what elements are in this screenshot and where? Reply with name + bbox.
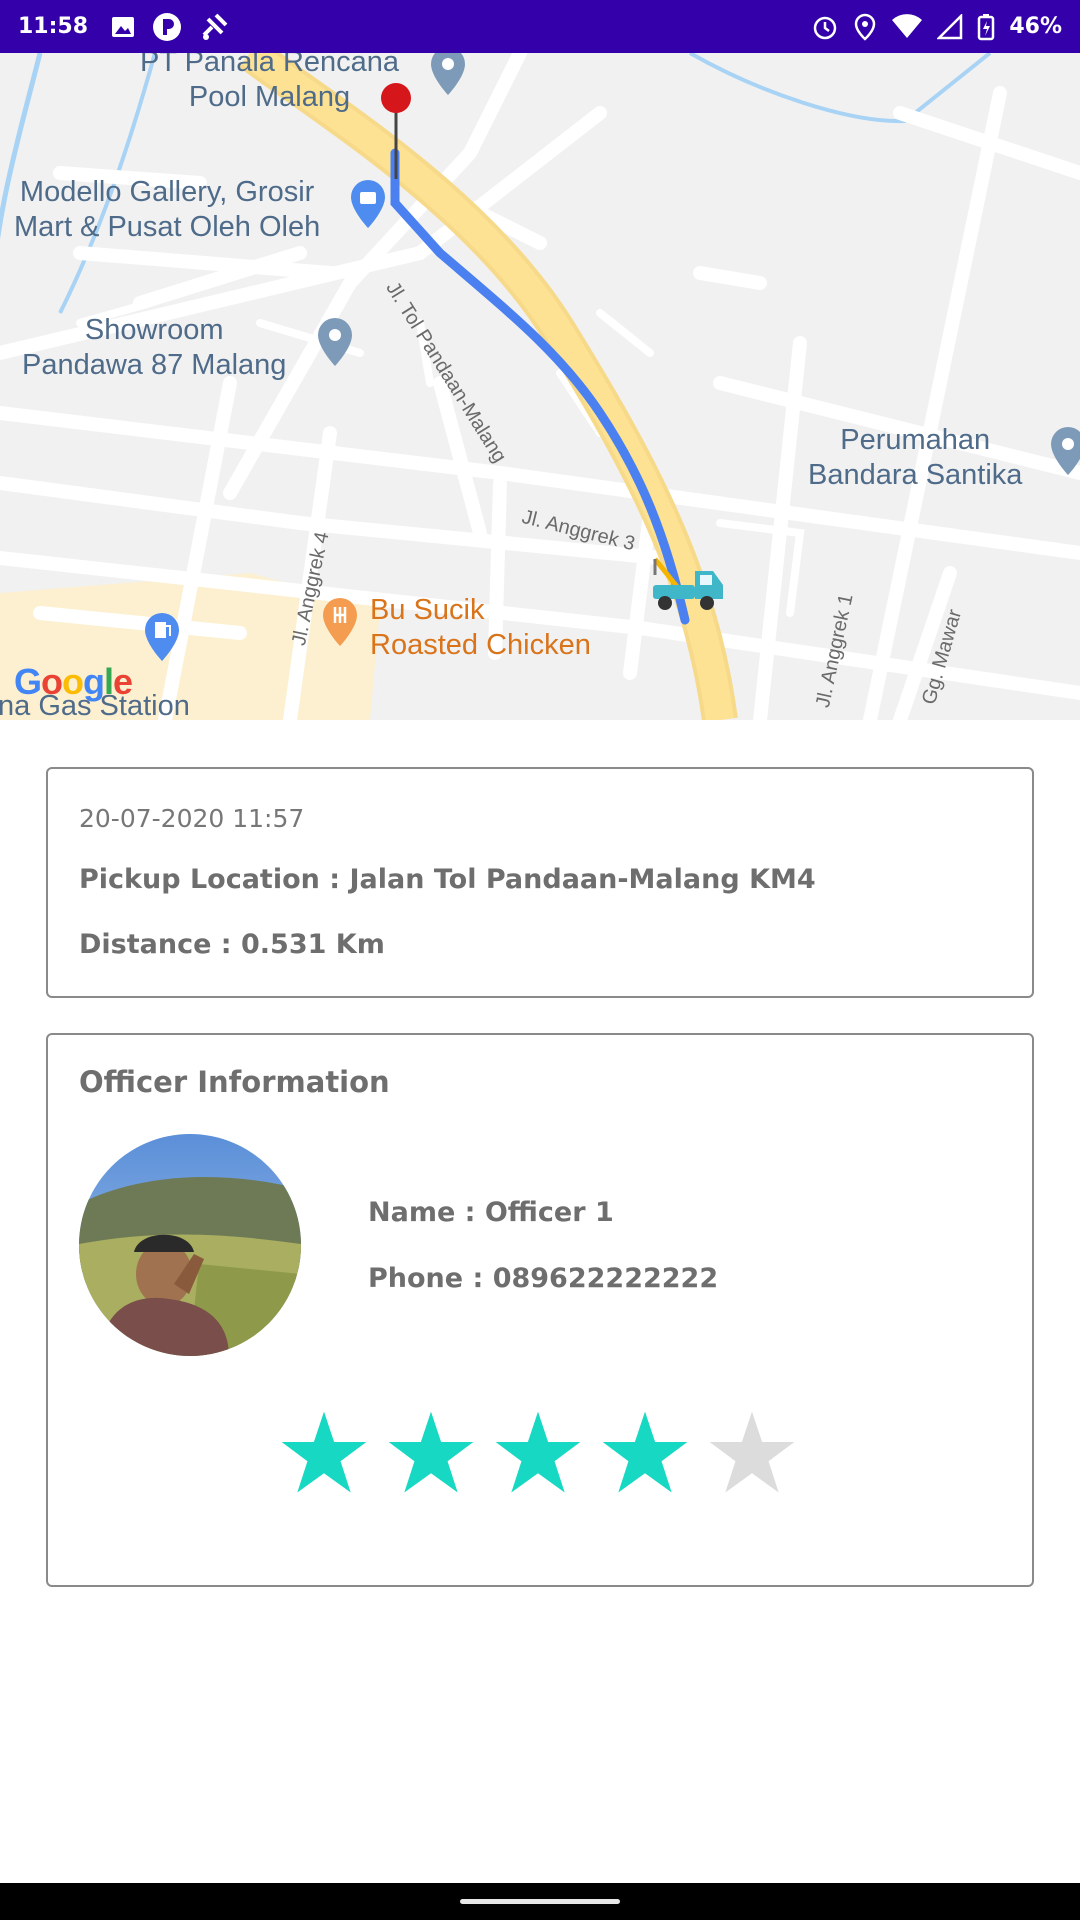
pickup-location: Pickup Location : Jalan Tol Pandaan-Mala… [79, 864, 816, 895]
restaurant-marker-icon[interactable] [320, 596, 360, 648]
place-marker-icon[interactable] [1048, 425, 1080, 477]
map-view[interactable]: PT Panala Rencana Pool Malang Modello Gal… [0, 53, 1080, 720]
status-time: 11:58 [18, 14, 89, 39]
gas-station-marker-icon[interactable] [142, 611, 182, 663]
battery-icon [977, 13, 995, 41]
fake-gps-icon [198, 11, 230, 43]
trip-distance: Distance : 0.531 Km [79, 929, 385, 960]
image-icon [110, 14, 136, 40]
officer-avatar [79, 1134, 301, 1356]
alarm-icon [811, 13, 839, 41]
star-icon[interactable] [492, 1407, 584, 1499]
map-label-pool: PT Panala Rencana Pool Malang [140, 53, 400, 113]
logo-letter: G [14, 661, 42, 702]
trip-info-card: 20-07-2020 11:57 Pickup Location : Jalan… [46, 767, 1034, 998]
signal-icon [937, 13, 963, 40]
map-label-restaurant: Bu Sucik Roasted Chicken [370, 594, 591, 661]
home-indicator[interactable] [460, 1899, 620, 1904]
logo-letter: o [62, 661, 84, 702]
shopping-marker-icon[interactable] [348, 178, 388, 230]
wifi-icon [891, 13, 923, 40]
officer-phone[interactable]: Phone : 089622222222 [368, 1263, 718, 1294]
map-label-showroom: Showroom Pandawa 87 Malang [22, 314, 287, 381]
p-app-icon [152, 12, 182, 42]
place-marker-icon[interactable] [315, 316, 355, 368]
officer-section-title: Officer Information [79, 1065, 390, 1099]
system-nav-bar [0, 1883, 1080, 1920]
location-icon [853, 13, 877, 41]
map-label-gallery: Modello Gallery, Grosir Mart & Pusat Oleh… [14, 176, 321, 243]
place-marker-icon[interactable] [428, 53, 468, 97]
google-logo: Google [14, 661, 133, 703]
trip-date: 20-07-2020 11:57 [79, 804, 305, 833]
star-icon[interactable] [599, 1407, 691, 1499]
status-bar: 11:58 46% [0, 0, 1080, 53]
star-icon[interactable] [706, 1407, 798, 1499]
officer-info-card: Officer Information Name : Officer 1 Pho… [46, 1033, 1034, 1587]
officer-rating[interactable] [278, 1407, 813, 1499]
logo-letter: e [113, 661, 133, 702]
officer-name: Name : Officer 1 [368, 1197, 614, 1228]
logo-letter: o [41, 661, 63, 702]
map-label-perumahan: Perumahan Bandara Santika [808, 424, 1023, 491]
logo-letter: g [83, 661, 105, 702]
star-icon[interactable] [278, 1407, 370, 1499]
battery-percentage: 46% [1009, 14, 1062, 39]
star-icon[interactable] [385, 1407, 477, 1499]
logo-letter: l [104, 661, 114, 702]
tow-truck-icon[interactable] [645, 555, 725, 611]
